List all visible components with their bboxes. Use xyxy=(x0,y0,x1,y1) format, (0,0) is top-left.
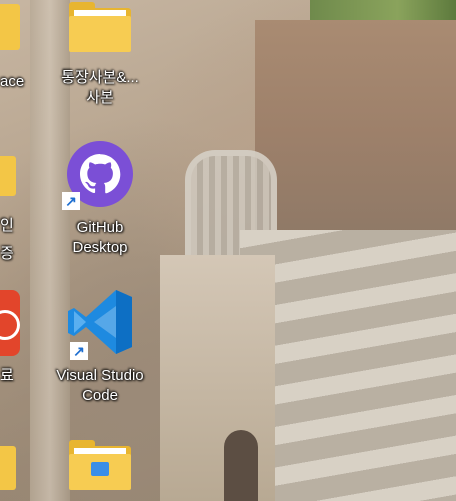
icon-label: GitHub Desktop xyxy=(72,219,128,256)
github-desktop-icon: ↗ xyxy=(62,140,134,210)
partial-label-ryo: 료 xyxy=(0,367,14,384)
background-arch xyxy=(224,430,258,501)
icon-label: 통장사본&... 사본 xyxy=(61,69,139,106)
shortcut-arrow-icon: ↗ xyxy=(62,192,80,210)
partial-label-ace: ace xyxy=(0,73,25,90)
desktop-icon-bankbook-folder[interactable]: 통장사본&... 사본 xyxy=(48,2,152,108)
shortcut-arrow-icon: ↗ xyxy=(70,342,88,360)
background-cliff xyxy=(255,20,456,250)
desktop-icon-github-desktop[interactable]: ↗ GitHub Desktop xyxy=(48,140,152,258)
desktop-icon-folder[interactable] xyxy=(48,440,152,490)
folder-icon xyxy=(69,440,131,490)
partial-red-app-icon[interactable] xyxy=(0,290,20,356)
folder-icon xyxy=(69,2,131,52)
icon-label: Visual Studio Code xyxy=(56,367,144,404)
desktop-icon-vscode[interactable]: ↗ Visual Studio Code xyxy=(48,286,152,406)
vscode-icon: ↗ xyxy=(64,286,136,360)
partial-label-jeung: 증 xyxy=(0,245,14,262)
partial-label-in: 인 xyxy=(0,217,14,234)
partial-folder-icon[interactable] xyxy=(0,4,20,50)
partial-folder-icon[interactable] xyxy=(0,156,16,196)
partial-folder-icon[interactable] xyxy=(0,446,16,490)
